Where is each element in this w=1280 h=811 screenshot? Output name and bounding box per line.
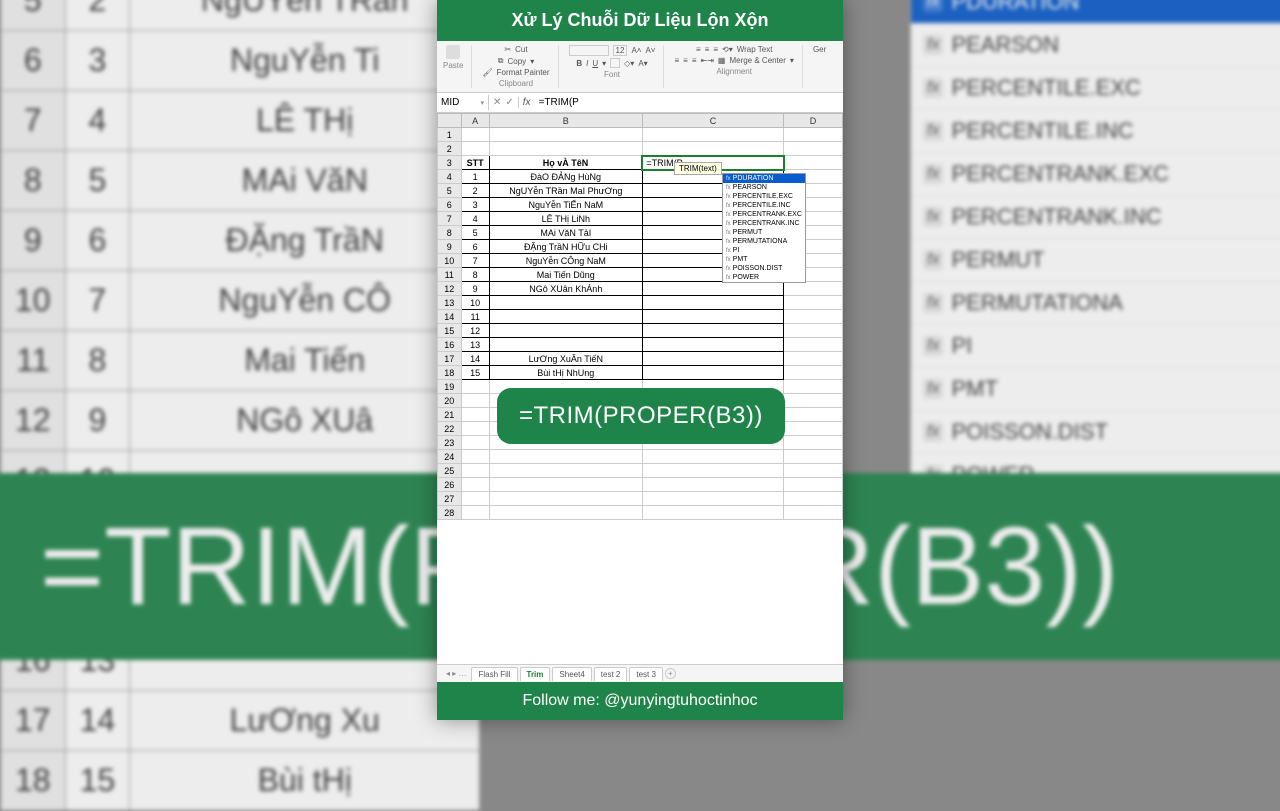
func-item[interactable]: fxPERMUTATIONA (723, 237, 805, 246)
bg-spreadsheet: 52NgUYễn TRần63NguYễn Ti74LÊ THị85MAi Vă… (0, 0, 480, 811)
worksheet[interactable]: ABCD123STTHọ vÀ TêN=TRIM(P41ĐàO ĐẢNg HùN… (437, 113, 843, 520)
paste-icon (446, 45, 460, 59)
func-item[interactable]: fxPOISSON.DIST (723, 264, 805, 273)
fill-color-icon[interactable]: ◇▾ (624, 59, 634, 68)
bg-function-list: fxPDURATIONfxPEARSONfxPERCENTILE.EXCfxPE… (910, 0, 1280, 498)
ribbon-number-group: Ger (813, 45, 834, 88)
func-item[interactable]: fxPEARSON (723, 183, 805, 192)
merge-icon[interactable]: ▦ (718, 56, 726, 65)
font-color-icon[interactable]: A▾ (638, 59, 647, 68)
phone-frame: Xử Lý Chuỗi Dữ Liệu Lộn Xộn Paste ✂Cut ⧉… (437, 0, 843, 720)
title-banner: Xử Lý Chuỗi Dữ Liệu Lộn Xộn (437, 0, 843, 41)
sheet-tab[interactable]: Trim (520, 667, 551, 681)
name-box[interactable]: MID (437, 95, 489, 110)
tab-nav[interactable]: ◂ ▸ … (443, 669, 469, 678)
cancel-icon[interactable]: ✕ (493, 97, 501, 108)
follow-banner: Follow me: @yunyingtuhoctinhoc (437, 682, 843, 720)
formula-bar: MID ✕ ✓ fx =TRIM(P (437, 93, 843, 113)
sheet-tab[interactable]: Flash Fill (471, 667, 517, 681)
scissors-icon: ✂ (504, 45, 511, 54)
fx-icon[interactable]: fx (519, 97, 535, 108)
func-item[interactable]: fxPDURATION (723, 174, 805, 183)
brush-icon: 🖌 (482, 68, 492, 77)
func-item[interactable]: fxPERMUT (723, 228, 805, 237)
func-item[interactable]: fxPERCENTRANK.INC (723, 219, 805, 228)
func-item[interactable]: fxPMT (723, 255, 805, 264)
copy-icon: ⧉ (498, 56, 504, 66)
ribbon: Paste ✂Cut ⧉Copy ▾ 🖌Format Painter Clipb… (437, 41, 843, 93)
ribbon-align-group: ≡≡≡ ⟲▾ Wrap Text ≡≡≡ ⇤⇥ ▦Merge & Center … (674, 45, 802, 88)
func-item[interactable]: fxPERCENTILE.EXC (723, 192, 805, 201)
func-item[interactable]: fxPERCENTILE.INC (723, 201, 805, 210)
sheet-tab[interactable]: test 2 (594, 667, 628, 681)
sheet-tab[interactable]: Sheet4 (552, 667, 591, 681)
func-item[interactable]: fxPERCENTRANK.EXC (723, 210, 805, 219)
formula-overlay-pill: =TRIM(PROPER(B3)) (497, 388, 785, 444)
ribbon-paste-group[interactable]: Paste (443, 45, 472, 88)
func-item[interactable]: fxPI (723, 246, 805, 255)
function-tooltip: TRIM(text) (674, 162, 722, 175)
border-icon[interactable] (610, 58, 620, 68)
function-autocomplete[interactable]: Retur fxPDURATIONfxPEARSONfxPERCENTILE.E… (722, 173, 806, 283)
func-item[interactable]: fxPOWER (723, 273, 805, 282)
add-sheet-button[interactable]: + (665, 668, 676, 679)
ribbon-clipboard-group: ✂Cut ⧉Copy ▾ 🖌Format Painter Clipboard (482, 45, 558, 88)
formula-input[interactable]: =TRIM(P (535, 97, 583, 108)
sheet-tab[interactable]: test 3 (629, 667, 663, 681)
ribbon-font-group: 12 A˄A˅ B I U ▾ ◇▾ A▾ Font (569, 45, 665, 88)
sheet-tabs: ◂ ▸ … Flash FillTrimSheet4test 2test 3 + (437, 664, 843, 682)
enter-icon[interactable]: ✓ (505, 97, 513, 108)
